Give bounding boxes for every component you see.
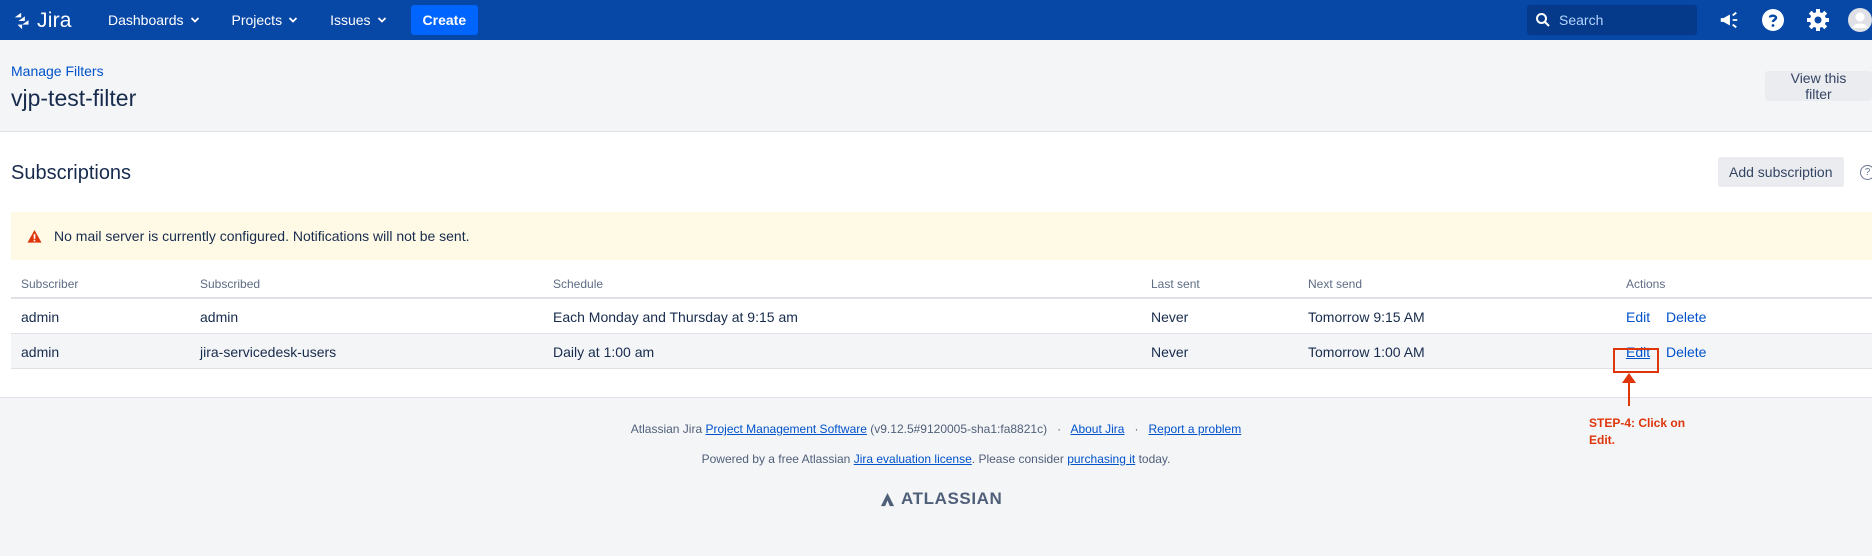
- cell-last-sent: Never: [1151, 309, 1189, 325]
- table-row: admin jira-servicedesk-users Daily at 1:…: [11, 334, 1872, 369]
- nav-projects[interactable]: Projects: [224, 0, 307, 40]
- cell-next-send: Tomorrow 1:00 AM: [1308, 344, 1425, 360]
- chevron-down-icon: [190, 17, 199, 23]
- atlassian-logo[interactable]: ATLASSIAN: [880, 489, 1002, 509]
- footer-separator: ·: [1057, 422, 1062, 436]
- top-nav-bar: Jira Dashboards Projects Issues Create: [0, 0, 1872, 40]
- jira-logo-icon: [14, 12, 29, 30]
- col-last-sent: Last sent: [1151, 277, 1200, 291]
- cell-schedule: Daily at 1:00 am: [553, 344, 655, 360]
- nav-issues-label: Issues: [330, 12, 371, 28]
- gear-icon[interactable]: [1806, 8, 1830, 32]
- footer-prefix: Atlassian Jira: [630, 422, 703, 436]
- edit-link[interactable]: Edit: [1626, 309, 1650, 325]
- avatar[interactable]: [1848, 8, 1872, 32]
- cell-subscriber: admin: [21, 344, 60, 360]
- search-icon: [1536, 13, 1550, 27]
- footer-line-2: Powered by a free Atlassian Jira evaluat…: [0, 452, 1872, 466]
- view-this-filter-button[interactable]: View this filter: [1765, 70, 1872, 102]
- col-subscribed: Subscribed: [200, 277, 261, 291]
- page-title: vjp-test-filter: [11, 85, 137, 111]
- cell-subscribed: jira-servicedesk-users: [200, 344, 337, 360]
- col-actions: Actions: [1626, 277, 1666, 291]
- annotation-arrow-line: [1628, 378, 1630, 406]
- help-icon[interactable]: [1761, 8, 1785, 32]
- footer-today: today.: [1138, 452, 1171, 466]
- footer-link-project-management[interactable]: Project Management Software: [706, 422, 867, 436]
- delete-link[interactable]: Delete: [1666, 344, 1706, 360]
- atlassian-logo-text: ATLASSIAN: [901, 489, 1003, 508]
- search-box[interactable]: [1527, 5, 1697, 35]
- subscriptions-table: Subscriber Subscribed Schedule Last sent…: [11, 269, 1872, 369]
- footer-link-about-jira[interactable]: About Jira: [1070, 422, 1124, 436]
- footer-link-evaluation-license[interactable]: Jira evaluation license: [854, 452, 972, 466]
- footer-powered-by: Powered by a free Atlassian: [701, 452, 851, 466]
- table-row: admin admin Each Monday and Thursday at …: [11, 299, 1872, 334]
- footer-separator: ·: [1134, 422, 1139, 436]
- footer-consider: . Please consider: [971, 452, 1064, 466]
- announcement-icon[interactable]: [1717, 8, 1741, 32]
- nav-issues[interactable]: Issues: [322, 0, 394, 40]
- col-next-send: Next send: [1308, 277, 1363, 291]
- footer-line-1: Atlassian Jira Project Management Softwa…: [0, 422, 1872, 436]
- warning-icon: [27, 229, 42, 243]
- table-header: Subscriber Subscribed Schedule Last sent…: [11, 269, 1872, 299]
- cell-last-sent: Never: [1151, 344, 1189, 360]
- subscriptions-title: Subscriptions: [11, 162, 132, 184]
- nav-projects-label: Projects: [231, 12, 283, 28]
- col-subscriber: Subscriber: [21, 277, 79, 291]
- jira-logo-text: Jira: [37, 9, 72, 32]
- chevron-down-icon: [377, 17, 386, 23]
- annotation-highlight-box: [1613, 348, 1659, 373]
- footer-version: (v9.12.5#9120005-sha1:fa8821c): [870, 422, 1048, 436]
- subscriptions-panel: Subscriptions Add subscription ? No mail…: [0, 132, 1872, 398]
- col-schedule: Schedule: [553, 277, 604, 291]
- nav-dashboards[interactable]: Dashboards: [100, 0, 208, 40]
- cell-subscribed: admin: [200, 309, 239, 325]
- footer-link-report-problem[interactable]: Report a problem: [1149, 422, 1242, 436]
- create-button[interactable]: Create: [410, 5, 479, 35]
- atlassian-logo-icon: [880, 492, 895, 506]
- cell-next-send: Tomorrow 9:15 AM: [1308, 309, 1425, 325]
- page-header: Manage Filters vjp-test-filter View this…: [0, 40, 1872, 132]
- breadcrumb-manage-filters[interactable]: Manage Filters: [11, 63, 104, 79]
- add-subscription-button[interactable]: Add subscription: [1718, 157, 1844, 187]
- chevron-down-icon: [288, 17, 298, 23]
- warning-message: No mail server is currently configured. …: [11, 212, 1872, 260]
- main-nav: Dashboards Projects Issues Create: [100, 0, 479, 40]
- nav-dashboards-label: Dashboards: [108, 12, 184, 28]
- cell-subscriber: admin: [21, 309, 60, 325]
- warning-text: No mail server is currently configured. …: [54, 228, 470, 244]
- jira-logo[interactable]: Jira: [12, 9, 72, 33]
- delete-link[interactable]: Delete: [1666, 309, 1706, 325]
- footer-link-purchasing[interactable]: purchasing it: [1067, 452, 1135, 466]
- help-circle-icon[interactable]: ?: [1860, 165, 1872, 180]
- cell-schedule: Each Monday and Thursday at 9:15 am: [553, 309, 798, 325]
- search-input[interactable]: [1559, 12, 1689, 28]
